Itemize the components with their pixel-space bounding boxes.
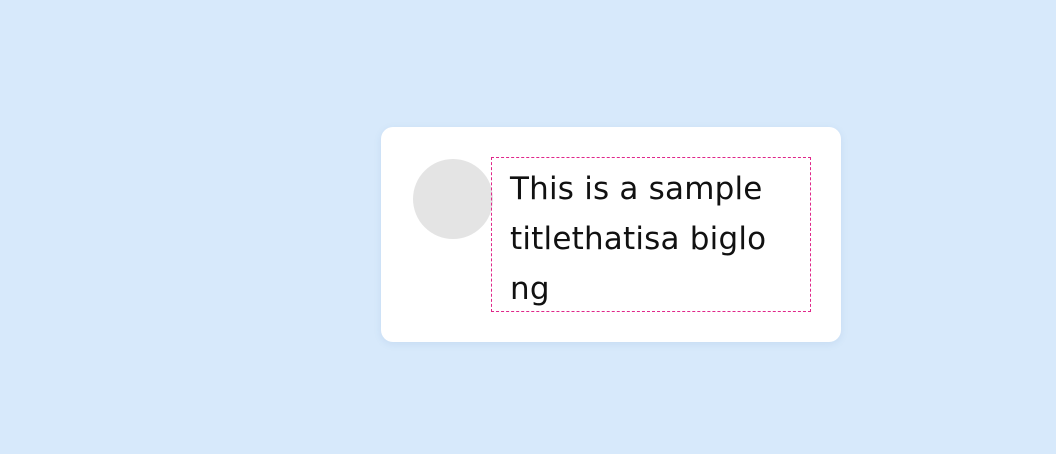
card-title: This is a sampletitlethatisa biglong: [510, 171, 767, 307]
title-container: This is a sampletitlethatisa biglong: [491, 157, 811, 312]
avatar: [413, 159, 493, 239]
profile-card: This is a sampletitlethatisa biglong: [381, 127, 841, 342]
